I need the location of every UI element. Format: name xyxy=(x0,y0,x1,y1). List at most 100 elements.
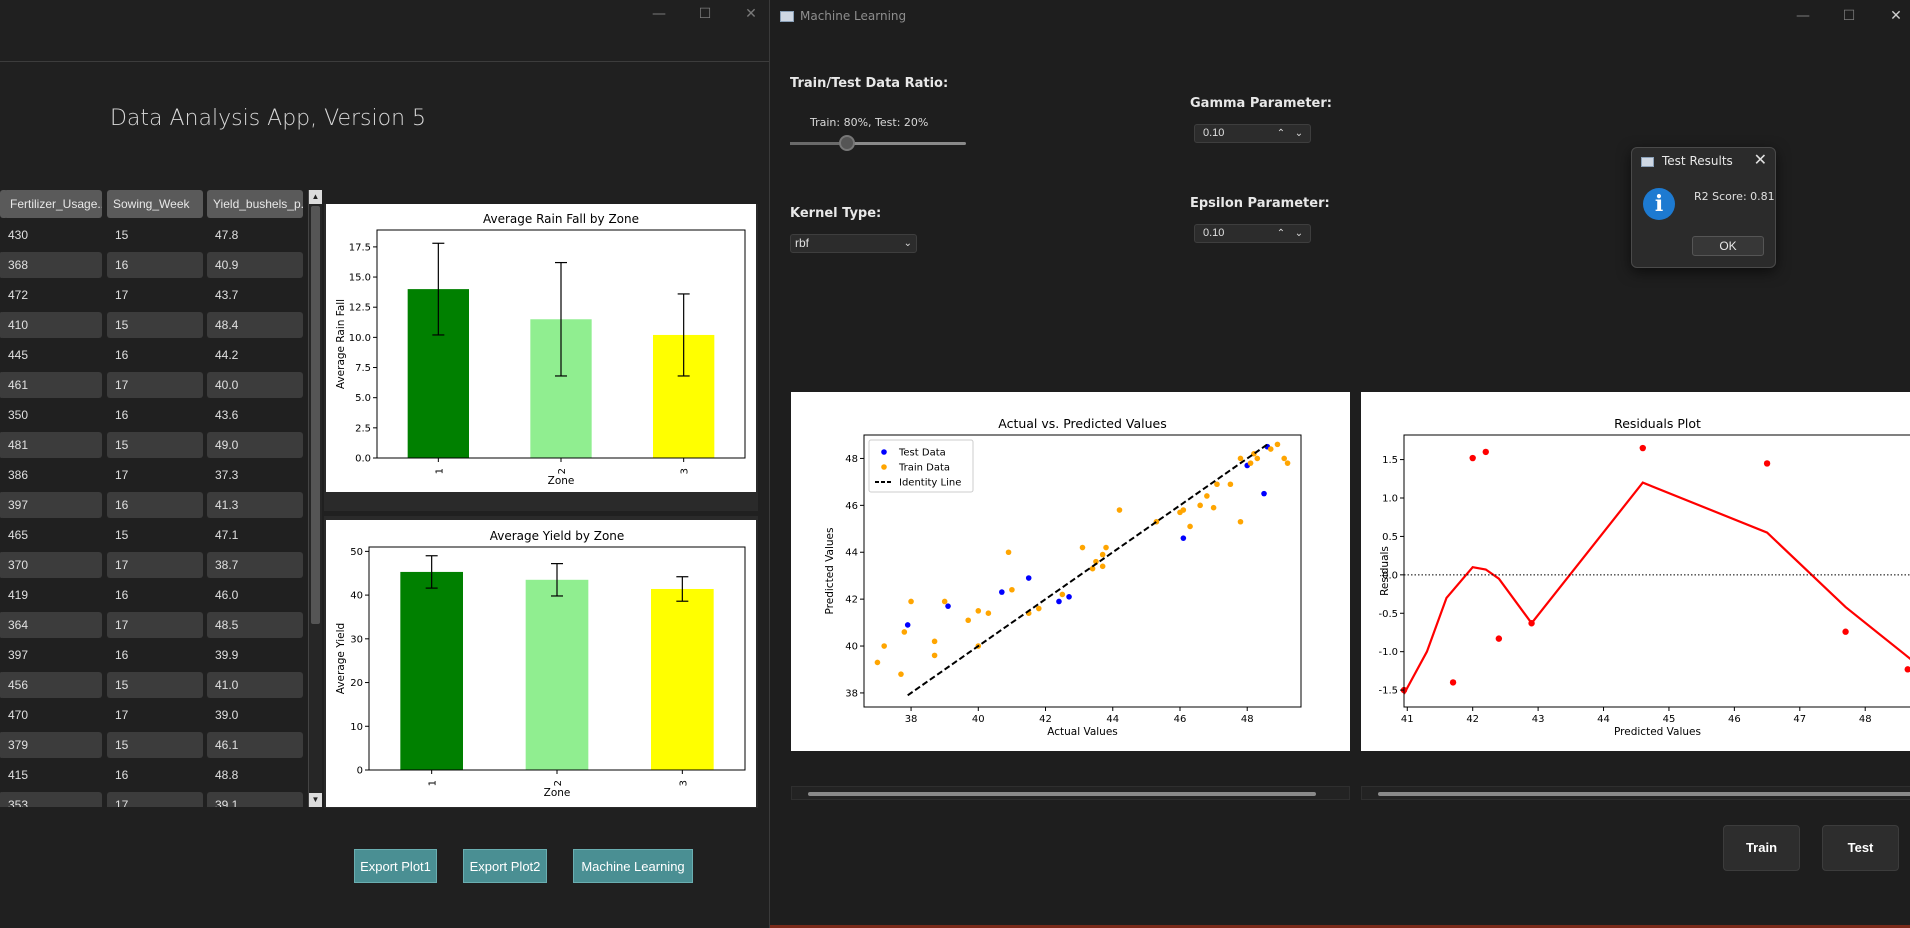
maximize-button[interactable]: ☐ xyxy=(694,4,716,24)
table-cell[interactable]: 41.0 xyxy=(207,672,303,698)
train-test-slider[interactable] xyxy=(790,135,966,151)
table-cell[interactable]: 41.3 xyxy=(207,492,303,518)
table-row[interactable]: 481 15 49.0 xyxy=(0,432,322,458)
table-cell[interactable]: 386 xyxy=(0,462,102,488)
table-cell[interactable]: 470 xyxy=(0,702,102,728)
table-cell[interactable]: 419 xyxy=(0,582,102,608)
table-cell[interactable]: 17 xyxy=(107,282,203,308)
table-row[interactable]: 465 15 47.1 xyxy=(0,522,322,548)
table-cell[interactable]: 48.5 xyxy=(207,612,303,638)
table-cell[interactable]: 461 xyxy=(0,372,102,398)
table-cell[interactable]: 43.7 xyxy=(207,282,303,308)
table-cell[interactable]: 47.1 xyxy=(207,522,303,548)
column-header-yield[interactable]: Yield_bushels_p... xyxy=(207,190,303,218)
table-cell[interactable]: 40.9 xyxy=(207,252,303,278)
plot1-hscrollbar[interactable] xyxy=(791,786,1350,800)
table-cell[interactable]: 17 xyxy=(107,702,203,728)
table-cell[interactable]: 15 xyxy=(107,432,203,458)
table-scrollbar[interactable]: ▲ ▼ xyxy=(308,190,322,807)
ml-minimize-button[interactable]: — xyxy=(1792,6,1814,26)
table-cell[interactable]: 16 xyxy=(107,342,203,368)
table-cell[interactable]: 46.0 xyxy=(207,582,303,608)
chevron-down-icon[interactable]: ⌄ xyxy=(1292,125,1306,142)
table-cell[interactable]: 17 xyxy=(107,792,203,807)
table-cell[interactable]: 472 xyxy=(0,282,102,308)
data-table[interactable]: Fertilizer_Usage... Sowing_Week Yield_bu… xyxy=(0,190,322,807)
table-row[interactable]: 430 15 47.8 xyxy=(0,222,322,248)
table-cell[interactable]: 15 xyxy=(107,312,203,338)
chevron-down-icon[interactable]: ⌄ xyxy=(1292,225,1306,242)
table-cell[interactable]: 410 xyxy=(0,312,102,338)
table-cell[interactable]: 44.2 xyxy=(207,342,303,368)
table-cell[interactable]: 39.9 xyxy=(207,642,303,668)
table-cell[interactable]: 48.8 xyxy=(207,762,303,788)
hscroll-thumb[interactable] xyxy=(1378,792,1910,796)
table-cell[interactable]: 38.7 xyxy=(207,552,303,578)
table-row[interactable]: 456 15 41.0 xyxy=(0,672,322,698)
chevron-up-icon[interactable]: ⌃ xyxy=(1274,125,1288,142)
gamma-spinbox[interactable]: 0.10 ⌃ ⌄ xyxy=(1194,124,1311,143)
table-row[interactable]: 386 17 37.3 xyxy=(0,462,322,488)
table-row[interactable]: 470 17 39.0 xyxy=(0,702,322,728)
scroll-thumb[interactable] xyxy=(311,206,320,624)
table-cell[interactable]: 16 xyxy=(107,582,203,608)
table-cell[interactable]: 46.1 xyxy=(207,732,303,758)
table-cell[interactable]: 465 xyxy=(0,522,102,548)
table-cell[interactable]: 15 xyxy=(107,732,203,758)
table-row[interactable]: 410 15 48.4 xyxy=(0,312,322,338)
table-cell[interactable]: 43.6 xyxy=(207,402,303,428)
table-cell[interactable]: 47.8 xyxy=(207,222,303,248)
scroll-up-arrow-icon[interactable]: ▲ xyxy=(309,190,322,204)
table-cell[interactable]: 397 xyxy=(0,642,102,668)
table-cell[interactable]: 39.0 xyxy=(207,702,303,728)
table-cell[interactable]: 37.3 xyxy=(207,462,303,488)
table-cell[interactable]: 364 xyxy=(0,612,102,638)
table-row[interactable]: 379 15 46.1 xyxy=(0,732,322,758)
table-cell[interactable]: 16 xyxy=(107,762,203,788)
plot2-hscrollbar[interactable] xyxy=(1361,786,1910,800)
table-row[interactable]: 353 17 39.1 xyxy=(0,792,322,807)
chevron-up-icon[interactable]: ⌃ xyxy=(1274,225,1288,242)
table-row[interactable]: 368 16 40.9 xyxy=(0,252,322,278)
train-button[interactable]: Train xyxy=(1723,825,1800,871)
table-row[interactable]: 415 16 48.8 xyxy=(0,762,322,788)
table-cell[interactable]: 17 xyxy=(107,372,203,398)
table-cell[interactable]: 353 xyxy=(0,792,102,807)
table-cell[interactable]: 445 xyxy=(0,342,102,368)
table-cell[interactable]: 16 xyxy=(107,402,203,428)
table-cell[interactable]: 397 xyxy=(0,492,102,518)
table-cell[interactable]: 415 xyxy=(0,762,102,788)
hscroll-thumb[interactable] xyxy=(808,792,1316,796)
table-cell[interactable]: 49.0 xyxy=(207,432,303,458)
table-cell[interactable]: 430 xyxy=(0,222,102,248)
ok-button[interactable]: OK xyxy=(1692,236,1764,256)
table-cell[interactable]: 39.1 xyxy=(207,792,303,807)
test-button[interactable]: Test xyxy=(1822,825,1899,871)
table-cell[interactable]: 15 xyxy=(107,522,203,548)
epsilon-spinbox[interactable]: 0.10 ⌃ ⌄ xyxy=(1194,224,1311,243)
table-cell[interactable]: 15 xyxy=(107,222,203,248)
table-cell[interactable]: 17 xyxy=(107,612,203,638)
table-cell[interactable]: 17 xyxy=(107,552,203,578)
table-cell[interactable]: 481 xyxy=(0,432,102,458)
table-row[interactable]: 419 16 46.0 xyxy=(0,582,322,608)
kernel-type-select[interactable]: rbf ⌄ xyxy=(790,234,917,253)
table-cell[interactable]: 370 xyxy=(0,552,102,578)
table-row[interactable]: 461 17 40.0 xyxy=(0,372,322,398)
table-row[interactable]: 472 17 43.7 xyxy=(0,282,322,308)
table-row[interactable]: 397 16 41.3 xyxy=(0,492,322,518)
table-row[interactable]: 350 16 43.6 xyxy=(0,402,322,428)
table-cell[interactable]: 379 xyxy=(0,732,102,758)
table-cell[interactable]: 17 xyxy=(107,462,203,488)
export-plot2-button[interactable]: Export Plot2 xyxy=(463,849,547,883)
ml-close-button[interactable]: ✕ xyxy=(1885,6,1907,26)
table-row[interactable]: 445 16 44.2 xyxy=(0,342,322,368)
machine-learning-button[interactable]: Machine Learning xyxy=(573,849,693,883)
column-header-fertilizer[interactable]: Fertilizer_Usage... xyxy=(4,190,102,218)
table-cell[interactable]: 40.0 xyxy=(207,372,303,398)
table-cell[interactable]: 456 xyxy=(0,672,102,698)
table-row[interactable]: 370 17 38.7 xyxy=(0,552,322,578)
close-button[interactable]: ✕ xyxy=(740,4,762,24)
table-cell[interactable]: 368 xyxy=(0,252,102,278)
slider-handle[interactable] xyxy=(839,135,855,151)
